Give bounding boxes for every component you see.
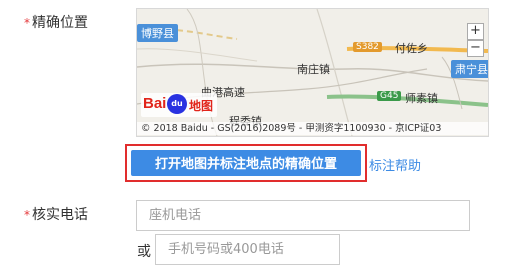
location-label-text: 精确位置	[32, 15, 88, 31]
town-boye: 博野县	[137, 24, 178, 42]
required-mark: *	[24, 208, 30, 222]
zoom-out-button[interactable]: −	[467, 40, 484, 57]
help-link[interactable]: 标注帮助	[369, 155, 421, 174]
mobile-input[interactable]: 手机号码或400电话	[155, 234, 340, 265]
map-copyright: © 2018 Baidu - GS(2016)2089号 - 甲测资字11009…	[137, 122, 488, 135]
zoom-in-button[interactable]: +	[467, 23, 484, 40]
highlight-box: 打开地图并标注地点的精确位置	[125, 144, 367, 182]
logo-cn: 地图	[189, 99, 214, 113]
phone-label: * 核实电话	[24, 204, 88, 224]
required-mark: *	[24, 16, 30, 30]
map-view[interactable]: 博野县 S382 付佐乡 南庄镇 肃宁县 曲港高速 G45 师素镇 程委镇 + …	[136, 8, 489, 137]
road-s382: S382	[353, 42, 382, 52]
landline-input[interactable]: 座机电话	[136, 200, 470, 231]
location-label: * 精确位置	[24, 12, 88, 32]
town-fuxiang: 付佐乡	[395, 42, 428, 55]
open-map-button[interactable]: 打开地图并标注地点的精确位置	[131, 150, 361, 176]
paw-icon: du	[167, 94, 187, 114]
or-label: 或	[137, 244, 151, 260]
town-shisu: 师素镇	[405, 92, 438, 105]
road-g45: G45	[377, 91, 402, 101]
baidu-map-logo: Bai du 地图	[141, 93, 217, 117]
town-suning: 肃宁县	[451, 60, 488, 78]
logo-text: Bai	[143, 95, 167, 112]
town-nanzhuang: 南庄镇	[297, 63, 330, 76]
phone-label-text: 核实电话	[32, 207, 88, 223]
